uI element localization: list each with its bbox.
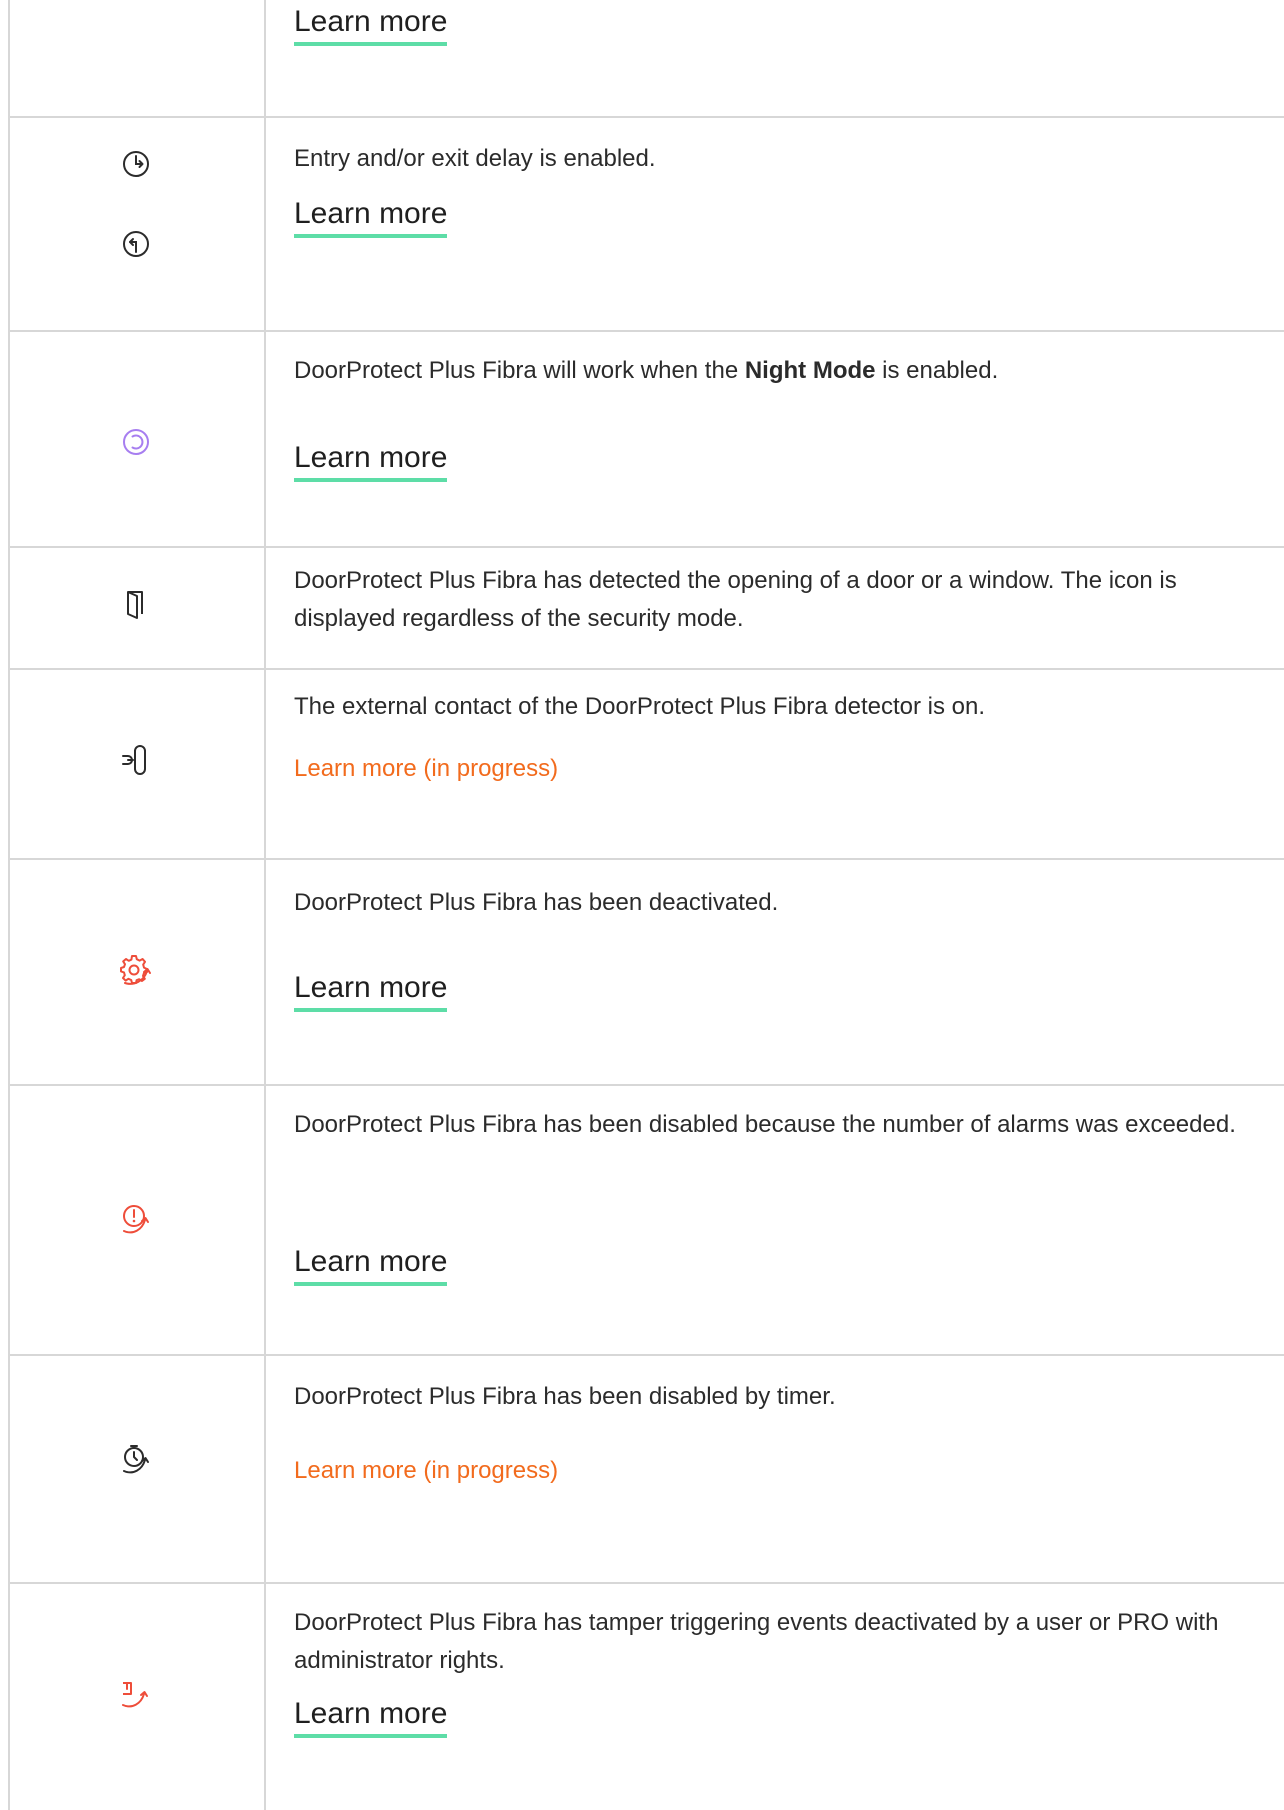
row-description: DoorProtect Plus Fibra has tamper trigge… [294,1609,1219,1674]
entry-delay-icon [123,151,149,177]
learn-more-in-progress-link[interactable]: Learn more (in progress) [294,754,558,784]
text-cell: DoorProtect Plus Fibra has tamper trigge… [286,1584,1260,1810]
row-description: DoorProtect Plus Fibra has been disabled… [294,1111,1236,1138]
learn-more-link[interactable]: Learn more [294,4,448,46]
learn-more-in-progress-link[interactable]: Learn more (in progress) [294,1456,558,1486]
table-row: DoorProtect Plus Fibra will work when th… [8,332,1284,548]
text-cell: DoorProtect Plus Fibra will work when th… [286,332,1260,546]
table-row: DoorProtect Plus Fibra has been disabled… [8,1086,1284,1356]
external-contact-icon [122,745,146,775]
table-row: Learn more [8,0,1284,118]
icon-cell [8,670,264,858]
row-description: DoorProtect Plus Fibra has detected the … [294,567,1177,632]
icon-cell [8,332,264,546]
table-row: The external contact of the DoorProtect … [8,670,1284,860]
learn-more-link[interactable]: Learn more [294,1244,448,1286]
learn-more-link[interactable]: Learn more [294,1696,448,1738]
text-cell: DoorProtect Plus Fibra has been deactiva… [286,860,1260,1084]
row-description: DoorProtect Plus Fibra has been disabled… [294,1383,836,1410]
row-description: DoorProtect Plus Fibra has been deactiva… [294,889,779,916]
text-cell: The external contact of the DoorProtect … [286,670,1260,858]
icon-cell [8,860,264,1084]
table-row: DoorProtect Plus Fibra has been disabled… [8,1356,1284,1584]
text-cell: DoorProtect Plus Fibra has detected the … [286,548,1260,668]
text-cell: Learn more [286,0,1260,116]
deactivated-gear-icon [120,955,151,985]
table-row: Entry and/or exit delay is enabled. Lear… [8,118,1284,332]
table-row: DoorProtect Plus Fibra has tamper trigge… [8,1584,1284,1810]
icons-table: Learn more Entry and/or exit delay is en… [0,0,1284,1810]
exit-delay-icon [123,231,149,257]
learn-more-link[interactable]: Learn more [294,970,448,1012]
alarm-limit-icon [123,1205,149,1234]
row-description: DoorProtect Plus Fibra will work when th… [294,352,1260,390]
night-mode-icon [123,429,149,455]
table-row: DoorProtect Plus Fibra has been deactiva… [8,860,1284,1086]
icon-cell [8,0,264,116]
text-cell: DoorProtect Plus Fibra has been disabled… [286,1086,1260,1354]
text-cell: Entry and/or exit delay is enabled. Lear… [286,118,1260,330]
row-description: Entry and/or exit delay is enabled. [294,145,656,172]
learn-more-link[interactable]: Learn more [294,440,448,482]
description-text: is enabled. [875,357,999,384]
open-door-icon [127,591,143,619]
icon-cell [8,1086,264,1354]
text-cell: DoorProtect Plus Fibra has been disabled… [286,1356,1260,1582]
learn-more-link[interactable]: Learn more [294,196,448,238]
description-text: DoorProtect Plus Fibra will work when th… [294,357,745,384]
row-description: The external contact of the DoorProtect … [294,693,986,720]
timer-disabled-icon [123,1445,149,1474]
table-row: DoorProtect Plus Fibra has detected the … [8,548,1284,670]
icon-cell [8,118,264,330]
icon-cell [8,548,264,668]
icon-cell [8,1356,264,1582]
icon-cell [8,1584,264,1810]
tamper-disabled-icon [122,1682,148,1708]
night-mode-term: Night Mode [744,357,876,384]
